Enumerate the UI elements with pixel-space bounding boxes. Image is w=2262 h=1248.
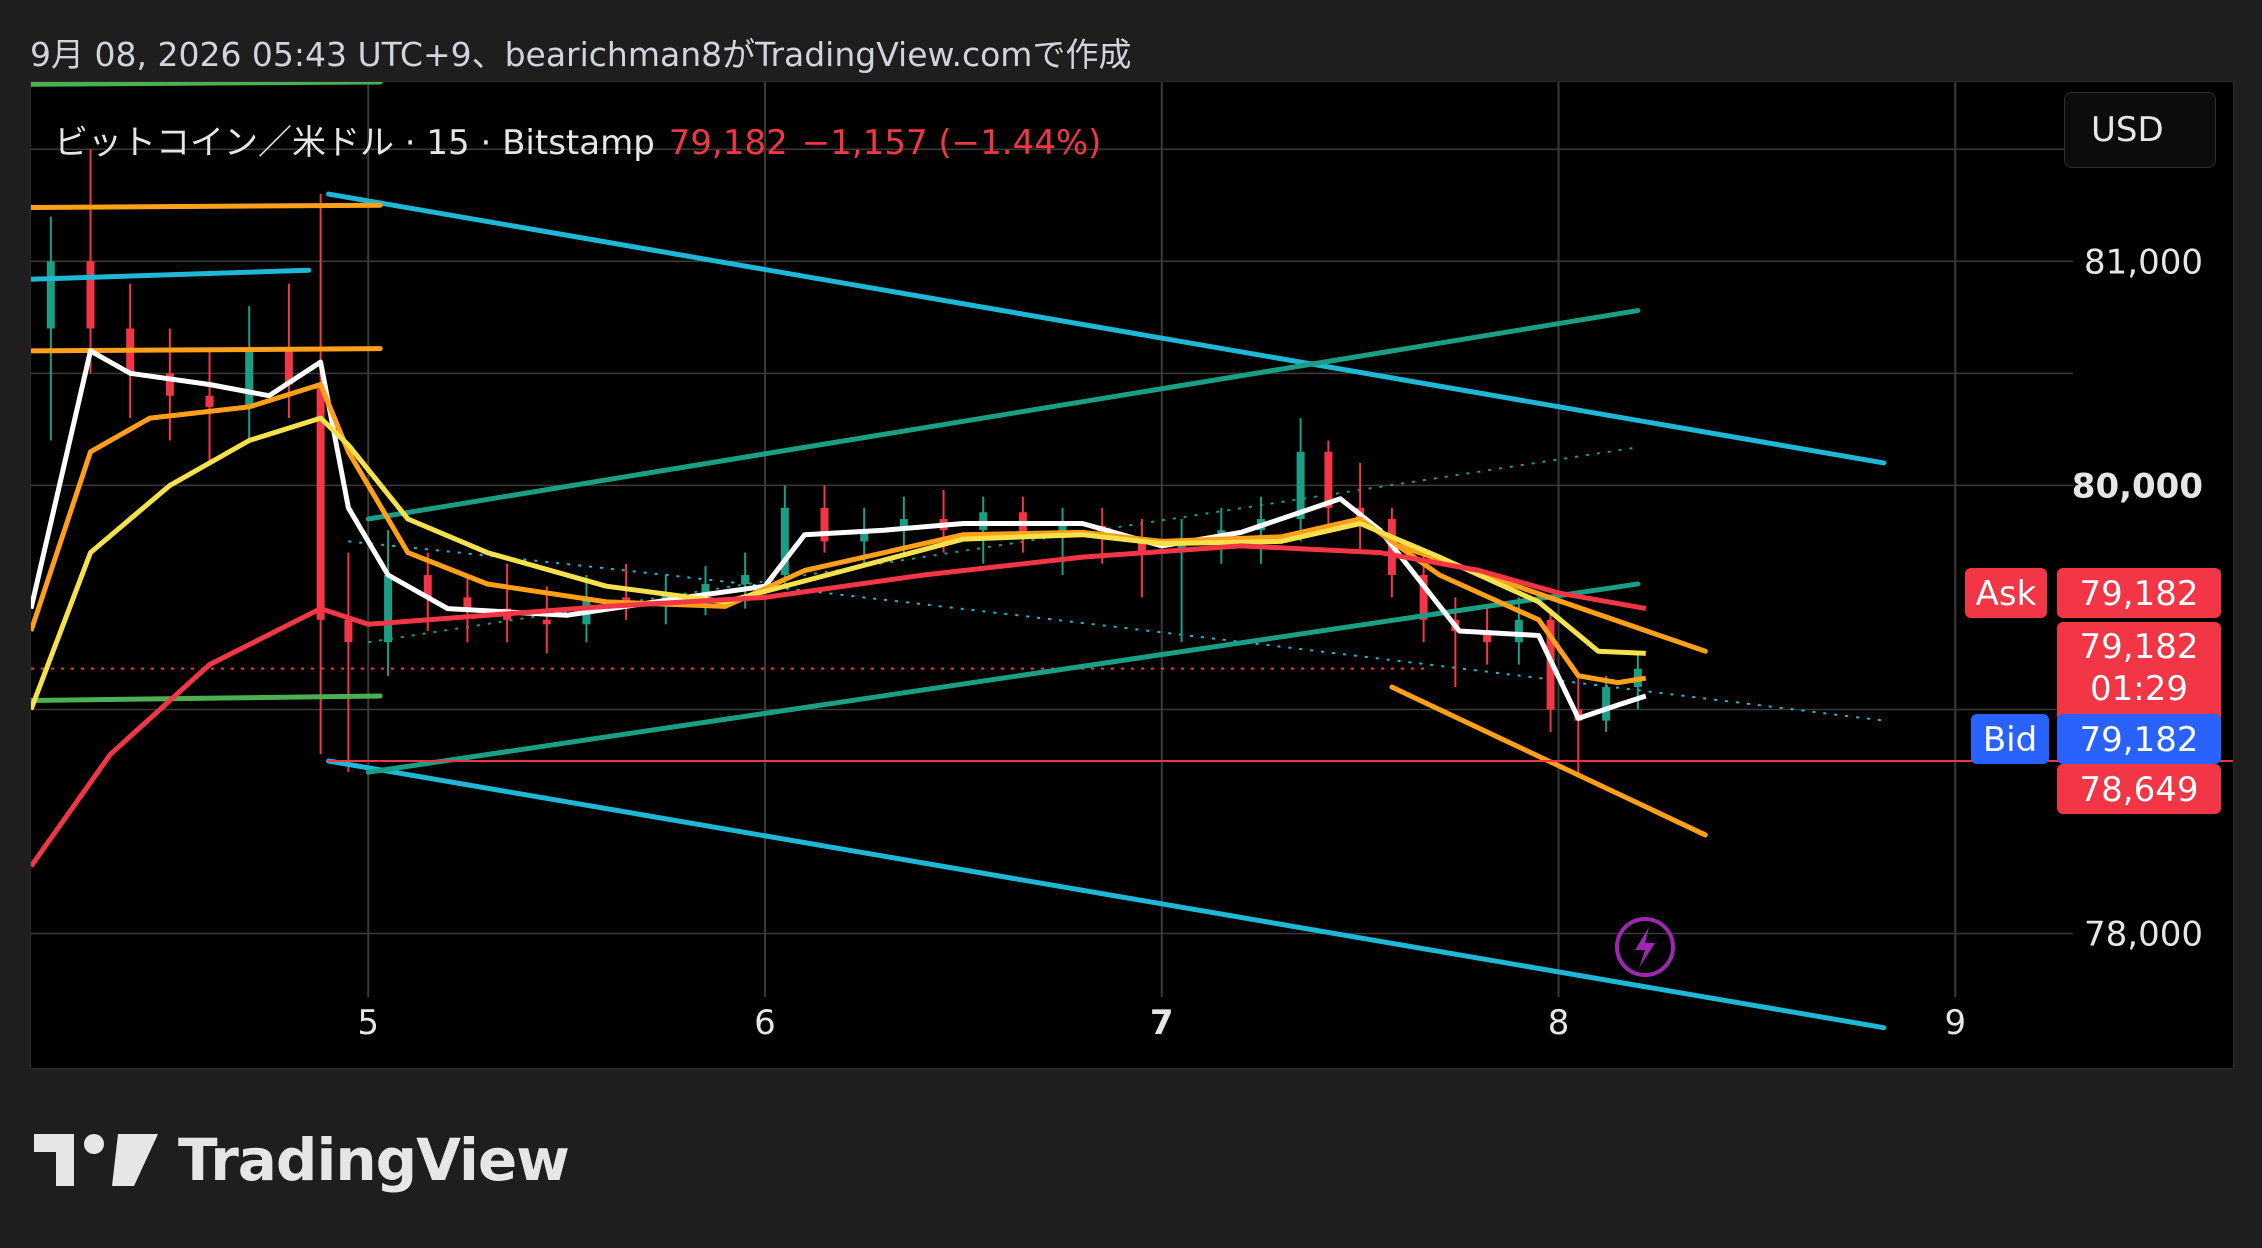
lightning-icon[interactable] — [1615, 917, 1675, 977]
moving-average-line-0 — [31, 348, 1647, 721]
chart-panel[interactable]: 5 6 7 8 9 78,000 80,000 81,000 Ask 79,182 79,182 01… — [30, 81, 2234, 1069]
x-tick-label-7: 7 — [1150, 1003, 1174, 1043]
currency-button[interactable]: USD — [2064, 92, 2216, 168]
trend-line-6 — [31, 346, 383, 354]
symbol-legend[interactable]: ビットコイン／米ドル · 15 · Bitstamp 79,182 −1,157 (… — [54, 115, 1101, 164]
ask-price-label: 79,182 — [2080, 574, 2199, 614]
candle-body — [1514, 619, 1523, 643]
x-tick-label-5: 5 — [357, 1003, 379, 1043]
x-tick-label-8: 8 — [1548, 1003, 1570, 1043]
candle-body — [344, 619, 353, 643]
y-tick-label-78,000: 78,000 — [2084, 915, 2203, 955]
chart-caption: 9月 08, 2026 05:43 UTC+9、bearichman8がTrad… — [30, 35, 1132, 74]
candle-body — [86, 261, 95, 329]
brand-wordmark: TradingView — [178, 1126, 570, 1194]
last-price-label: 79,182 — [2080, 627, 2199, 667]
legend-symbol: ビットコイン／米ドル · 15 · Bitstamp — [54, 123, 655, 163]
tradingview-brand[interactable]: TradingView — [34, 1126, 570, 1194]
legend-change: −1,157 (−1.44%) — [801, 123, 1102, 163]
trend-line-3 — [365, 308, 1641, 522]
candle-body — [245, 350, 254, 407]
candle-body — [701, 583, 710, 593]
y-tick-label-80,000: 80,000 — [2072, 466, 2203, 506]
tradingview-logo-icon — [34, 1134, 158, 1186]
candle-body — [205, 395, 214, 407]
x-tick-label-9: 9 — [1944, 1003, 1966, 1043]
trend-line-0 — [31, 267, 312, 282]
trend-line-1 — [326, 191, 1887, 466]
trend-line-5 — [31, 202, 383, 210]
candle-body — [46, 261, 55, 329]
candle-body — [741, 575, 750, 584]
low-price-label: 78,649 — [2080, 770, 2199, 810]
bid-price-label: 79,182 — [2080, 720, 2199, 760]
candle-body — [384, 575, 393, 643]
legend-price: 79,182 — [668, 123, 788, 163]
trend-line-7 — [31, 693, 383, 703]
candle-body — [542, 619, 551, 625]
candle-body — [820, 507, 829, 542]
trend-line-8 — [31, 82, 383, 87]
bid-tag-label: Bid — [1983, 720, 2037, 760]
price-chart[interactable]: 5 6 7 8 978,00080,00081,000Ask 79,18279,18201… — [31, 82, 2233, 1068]
x-tick-label-6: 6 — [754, 1003, 776, 1043]
candle-body — [1602, 687, 1611, 721]
ask-tag-label: Ask — [1976, 574, 2037, 614]
y-tick-label-81,000: 81,000 — [2084, 242, 2203, 282]
moving-average-line-3 — [31, 543, 1647, 868]
countdown-label: 01:29 — [2090, 669, 2188, 709]
candle-body — [463, 597, 472, 609]
trend-line-2 — [326, 758, 1887, 1031]
